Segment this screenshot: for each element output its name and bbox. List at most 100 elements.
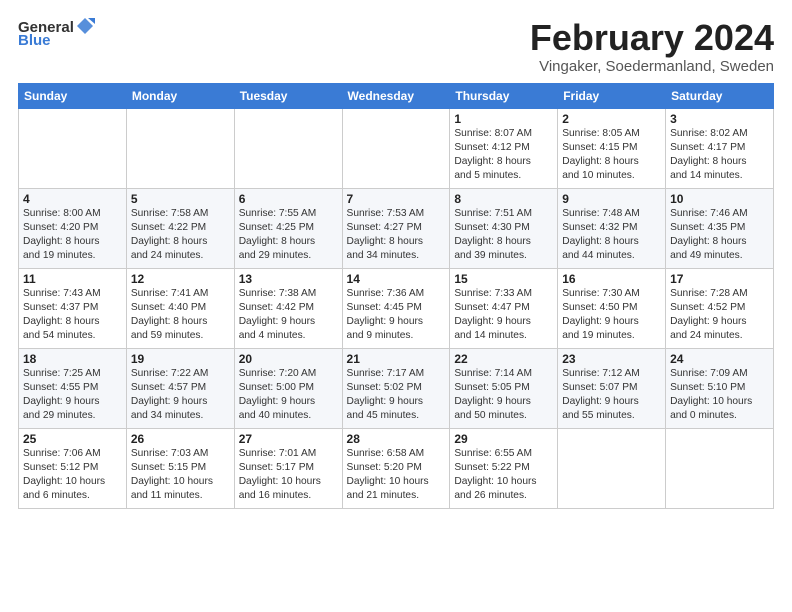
day-number-2-2: 13 bbox=[239, 272, 338, 286]
header-friday: Friday bbox=[558, 83, 666, 108]
calendar-header: Sunday Monday Tuesday Wednesday Thursday… bbox=[19, 83, 774, 108]
day-number-0-4: 1 bbox=[454, 112, 553, 126]
day-detail-2-6: Sunrise: 7:28 AM Sunset: 4:52 PM Dayligh… bbox=[670, 287, 769, 344]
cell-1-1: 5Sunrise: 7:58 AM Sunset: 4:22 PM Daylig… bbox=[126, 188, 234, 268]
cell-1-3: 7Sunrise: 7:53 AM Sunset: 4:27 PM Daylig… bbox=[342, 188, 450, 268]
cell-1-5: 9Sunrise: 7:48 AM Sunset: 4:32 PM Daylig… bbox=[558, 188, 666, 268]
day-detail-2-3: Sunrise: 7:36 AM Sunset: 4:45 PM Dayligh… bbox=[347, 287, 446, 344]
day-number-3-1: 19 bbox=[131, 352, 230, 366]
cell-2-1: 12Sunrise: 7:41 AM Sunset: 4:40 PM Dayli… bbox=[126, 268, 234, 348]
day-detail-4-3: Sunrise: 6:58 AM Sunset: 5:20 PM Dayligh… bbox=[347, 447, 446, 504]
day-detail-2-2: Sunrise: 7:38 AM Sunset: 4:42 PM Dayligh… bbox=[239, 287, 338, 344]
cell-3-0: 18Sunrise: 7:25 AM Sunset: 4:55 PM Dayli… bbox=[19, 348, 127, 428]
cell-0-5: 2Sunrise: 8:05 AM Sunset: 4:15 PM Daylig… bbox=[558, 108, 666, 188]
day-number-1-3: 7 bbox=[347, 192, 446, 206]
header-monday: Monday bbox=[126, 83, 234, 108]
cell-2-3: 14Sunrise: 7:36 AM Sunset: 4:45 PM Dayli… bbox=[342, 268, 450, 348]
week-row-3: 18Sunrise: 7:25 AM Sunset: 4:55 PM Dayli… bbox=[19, 348, 774, 428]
day-number-2-0: 11 bbox=[23, 272, 122, 286]
day-number-1-0: 4 bbox=[23, 192, 122, 206]
header-wednesday: Wednesday bbox=[342, 83, 450, 108]
day-number-0-6: 3 bbox=[670, 112, 769, 126]
cell-0-6: 3Sunrise: 8:02 AM Sunset: 4:17 PM Daylig… bbox=[666, 108, 774, 188]
day-detail-2-5: Sunrise: 7:30 AM Sunset: 4:50 PM Dayligh… bbox=[562, 287, 661, 344]
day-detail-0-4: Sunrise: 8:07 AM Sunset: 4:12 PM Dayligh… bbox=[454, 127, 553, 184]
header-sunday: Sunday bbox=[19, 83, 127, 108]
header: General Blue February 2024 Vingaker, Soe… bbox=[18, 18, 774, 75]
day-detail-0-6: Sunrise: 8:02 AM Sunset: 4:17 PM Dayligh… bbox=[670, 127, 769, 184]
day-detail-1-6: Sunrise: 7:46 AM Sunset: 4:35 PM Dayligh… bbox=[670, 207, 769, 264]
day-detail-2-1: Sunrise: 7:41 AM Sunset: 4:40 PM Dayligh… bbox=[131, 287, 230, 344]
cell-1-2: 6Sunrise: 7:55 AM Sunset: 4:25 PM Daylig… bbox=[234, 188, 342, 268]
day-number-3-3: 21 bbox=[347, 352, 446, 366]
day-detail-4-4: Sunrise: 6:55 AM Sunset: 5:22 PM Dayligh… bbox=[454, 447, 553, 504]
cell-3-2: 20Sunrise: 7:20 AM Sunset: 5:00 PM Dayli… bbox=[234, 348, 342, 428]
day-number-4-4: 29 bbox=[454, 432, 553, 446]
day-detail-1-4: Sunrise: 7:51 AM Sunset: 4:30 PM Dayligh… bbox=[454, 207, 553, 264]
cell-2-4: 15Sunrise: 7:33 AM Sunset: 4:47 PM Dayli… bbox=[450, 268, 558, 348]
day-number-4-1: 26 bbox=[131, 432, 230, 446]
cell-3-5: 23Sunrise: 7:12 AM Sunset: 5:07 PM Dayli… bbox=[558, 348, 666, 428]
day-detail-1-2: Sunrise: 7:55 AM Sunset: 4:25 PM Dayligh… bbox=[239, 207, 338, 264]
cell-3-3: 21Sunrise: 7:17 AM Sunset: 5:02 PM Dayli… bbox=[342, 348, 450, 428]
cell-4-6 bbox=[666, 428, 774, 508]
day-detail-3-2: Sunrise: 7:20 AM Sunset: 5:00 PM Dayligh… bbox=[239, 367, 338, 424]
cell-4-5 bbox=[558, 428, 666, 508]
day-number-3-6: 24 bbox=[670, 352, 769, 366]
cell-0-0 bbox=[19, 108, 127, 188]
day-number-2-3: 14 bbox=[347, 272, 446, 286]
day-number-1-6: 10 bbox=[670, 192, 769, 206]
header-tuesday: Tuesday bbox=[234, 83, 342, 108]
header-row: Sunday Monday Tuesday Wednesday Thursday… bbox=[19, 83, 774, 108]
cell-2-5: 16Sunrise: 7:30 AM Sunset: 4:50 PM Dayli… bbox=[558, 268, 666, 348]
day-number-1-1: 5 bbox=[131, 192, 230, 206]
day-number-2-4: 15 bbox=[454, 272, 553, 286]
day-detail-3-3: Sunrise: 7:17 AM Sunset: 5:02 PM Dayligh… bbox=[347, 367, 446, 424]
cell-1-0: 4Sunrise: 8:00 AM Sunset: 4:20 PM Daylig… bbox=[19, 188, 127, 268]
header-saturday: Saturday bbox=[666, 83, 774, 108]
day-number-3-2: 20 bbox=[239, 352, 338, 366]
day-detail-3-6: Sunrise: 7:09 AM Sunset: 5:10 PM Dayligh… bbox=[670, 367, 769, 424]
day-detail-3-1: Sunrise: 7:22 AM Sunset: 4:57 PM Dayligh… bbox=[131, 367, 230, 424]
week-row-4: 25Sunrise: 7:06 AM Sunset: 5:12 PM Dayli… bbox=[19, 428, 774, 508]
day-number-4-2: 27 bbox=[239, 432, 338, 446]
day-detail-3-0: Sunrise: 7:25 AM Sunset: 4:55 PM Dayligh… bbox=[23, 367, 122, 424]
day-detail-2-4: Sunrise: 7:33 AM Sunset: 4:47 PM Dayligh… bbox=[454, 287, 553, 344]
day-number-4-3: 28 bbox=[347, 432, 446, 446]
cell-4-2: 27Sunrise: 7:01 AM Sunset: 5:17 PM Dayli… bbox=[234, 428, 342, 508]
day-number-1-2: 6 bbox=[239, 192, 338, 206]
day-detail-4-0: Sunrise: 7:06 AM Sunset: 5:12 PM Dayligh… bbox=[23, 447, 122, 504]
cell-2-2: 13Sunrise: 7:38 AM Sunset: 4:42 PM Dayli… bbox=[234, 268, 342, 348]
day-detail-2-0: Sunrise: 7:43 AM Sunset: 4:37 PM Dayligh… bbox=[23, 287, 122, 344]
cell-4-1: 26Sunrise: 7:03 AM Sunset: 5:15 PM Dayli… bbox=[126, 428, 234, 508]
calendar-body: 1Sunrise: 8:07 AM Sunset: 4:12 PM Daylig… bbox=[19, 108, 774, 508]
day-number-3-0: 18 bbox=[23, 352, 122, 366]
day-number-1-4: 8 bbox=[454, 192, 553, 206]
cell-1-4: 8Sunrise: 7:51 AM Sunset: 4:30 PM Daylig… bbox=[450, 188, 558, 268]
day-detail-4-1: Sunrise: 7:03 AM Sunset: 5:15 PM Dayligh… bbox=[131, 447, 230, 504]
cell-0-4: 1Sunrise: 8:07 AM Sunset: 4:12 PM Daylig… bbox=[450, 108, 558, 188]
day-detail-3-4: Sunrise: 7:14 AM Sunset: 5:05 PM Dayligh… bbox=[454, 367, 553, 424]
cell-4-3: 28Sunrise: 6:58 AM Sunset: 5:20 PM Dayli… bbox=[342, 428, 450, 508]
week-row-2: 11Sunrise: 7:43 AM Sunset: 4:37 PM Dayli… bbox=[19, 268, 774, 348]
cell-2-0: 11Sunrise: 7:43 AM Sunset: 4:37 PM Dayli… bbox=[19, 268, 127, 348]
cell-3-4: 22Sunrise: 7:14 AM Sunset: 5:05 PM Dayli… bbox=[450, 348, 558, 428]
day-number-3-4: 22 bbox=[454, 352, 553, 366]
day-number-3-5: 23 bbox=[562, 352, 661, 366]
logo: General Blue bbox=[18, 18, 95, 49]
week-row-1: 4Sunrise: 8:00 AM Sunset: 4:20 PM Daylig… bbox=[19, 188, 774, 268]
cell-0-3 bbox=[342, 108, 450, 188]
day-detail-4-2: Sunrise: 7:01 AM Sunset: 5:17 PM Dayligh… bbox=[239, 447, 338, 504]
cell-3-6: 24Sunrise: 7:09 AM Sunset: 5:10 PM Dayli… bbox=[666, 348, 774, 428]
cell-4-0: 25Sunrise: 7:06 AM Sunset: 5:12 PM Dayli… bbox=[19, 428, 127, 508]
day-detail-1-1: Sunrise: 7:58 AM Sunset: 4:22 PM Dayligh… bbox=[131, 207, 230, 264]
day-detail-1-5: Sunrise: 7:48 AM Sunset: 4:32 PM Dayligh… bbox=[562, 207, 661, 264]
day-detail-0-5: Sunrise: 8:05 AM Sunset: 4:15 PM Dayligh… bbox=[562, 127, 661, 184]
location: Vingaker, Soedermanland, Sweden bbox=[530, 58, 774, 75]
day-number-2-5: 16 bbox=[562, 272, 661, 286]
cell-0-1 bbox=[126, 108, 234, 188]
title-block: February 2024 Vingaker, Soedermanland, S… bbox=[530, 18, 774, 75]
day-number-1-5: 9 bbox=[562, 192, 661, 206]
cell-0-2 bbox=[234, 108, 342, 188]
cell-3-1: 19Sunrise: 7:22 AM Sunset: 4:57 PM Dayli… bbox=[126, 348, 234, 428]
